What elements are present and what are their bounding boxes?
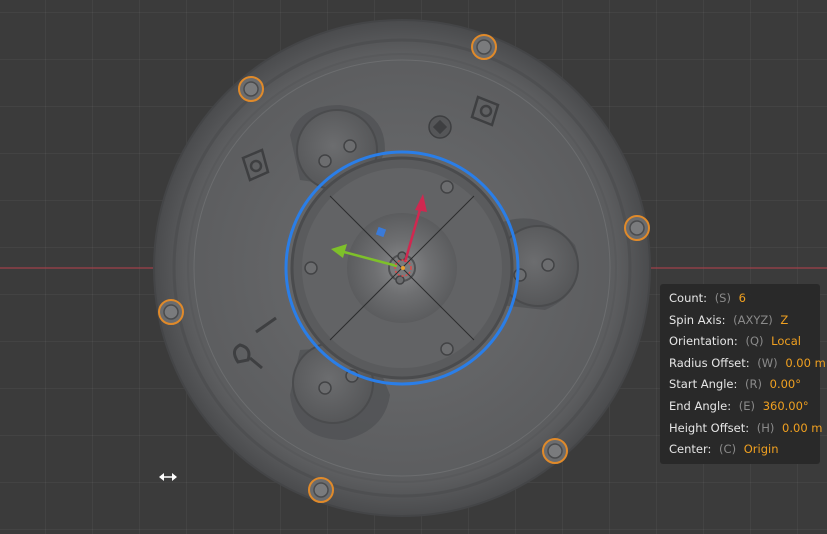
op-value-count[interactable]: 6 [739, 291, 746, 305]
object-origin-dot [401, 266, 405, 270]
op-value-orientation[interactable]: Local [771, 334, 801, 348]
selected-bolt-1 [471, 34, 497, 60]
op-label: Spin Axis: [669, 312, 726, 327]
op-shortcut-key: (Q) [745, 334, 764, 349]
op-label: Count: [669, 291, 708, 305]
op-shortcut-key: (R) [745, 377, 762, 392]
op-row-height-offset[interactable]: Height Offset: (H) 0.00 m [660, 418, 823, 440]
op-row-radius-offset[interactable]: Radius Offset: (W) 0.00 m [660, 353, 826, 375]
op-row-count[interactable]: Count: (S) 6 [660, 288, 820, 310]
selected-bolt-4 [308, 477, 334, 503]
selected-bolt-3 [542, 438, 568, 464]
op-value-start-angle[interactable]: 0.00° [770, 377, 801, 391]
op-value-height-offset[interactable]: 0.00 m [782, 421, 822, 435]
op-shortcut-key: (AXYZ) [733, 312, 773, 327]
emboss-screw-symbol [428, 115, 452, 139]
op-value-center[interactable]: Origin [744, 442, 779, 456]
op-label: Radius Offset: [669, 355, 750, 370]
op-value-radius-offset[interactable]: 0.00 m [785, 356, 825, 370]
op-shortcut-key: (C) [719, 442, 737, 457]
selected-bolt-6 [238, 76, 264, 102]
op-shortcut-key: (E) [738, 398, 756, 413]
op-row-start-angle[interactable]: Start Angle: (R) 0.00° [660, 374, 820, 396]
op-value-end-angle[interactable]: 360.00° [763, 399, 809, 413]
op-value-spin-axis[interactable]: Z [780, 313, 788, 327]
op-row-end-angle[interactable]: End Angle: (E) 360.00° [660, 396, 820, 418]
op-label: End Angle: [669, 398, 732, 413]
selected-bolt-2 [624, 215, 650, 241]
horizontal-resize-cursor-icon [159, 473, 177, 481]
op-label: Center: [669, 442, 712, 457]
op-label: Start Angle: [669, 377, 738, 392]
op-shortcut-key: (H) [756, 420, 775, 435]
op-row-center[interactable]: Center: (C) Origin [660, 439, 820, 461]
selected-bolt-5 [158, 299, 184, 325]
op-label: Height Offset: [669, 420, 750, 435]
adjust-last-operation-panel[interactable]: Count: (S) 6 Spin Axis: (AXYZ) Z Orienta… [660, 284, 826, 464]
op-shortcut-key: (W) [757, 355, 778, 370]
op-row-spin-axis[interactable]: Spin Axis: (AXYZ) Z [660, 310, 820, 332]
op-label: Orientation: [669, 334, 738, 349]
op-shortcut-key: (S) [714, 291, 731, 305]
op-row-orientation[interactable]: Orientation: (Q) Local [660, 331, 820, 353]
